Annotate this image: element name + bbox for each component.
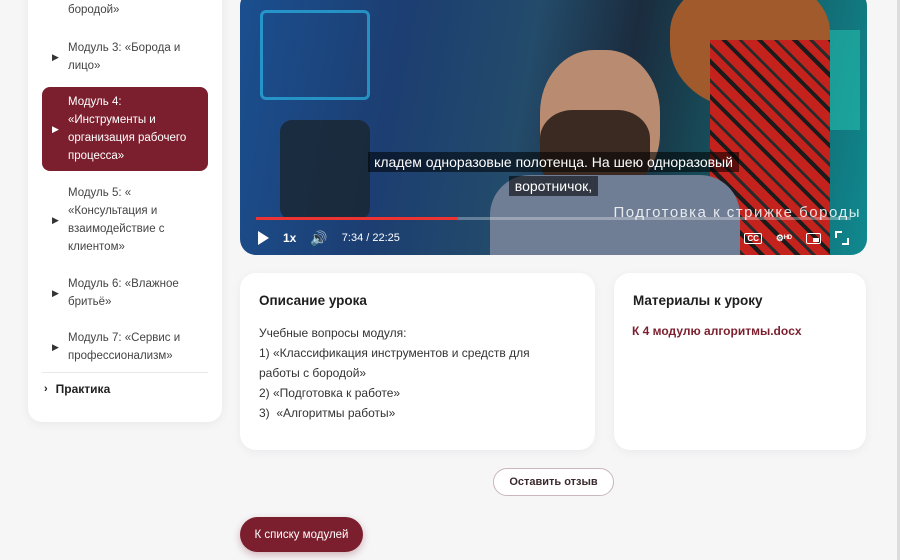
cc-icon[interactable]: CC xyxy=(744,232,762,244)
sidebar-item-module-7[interactable]: ▶ Модуль 7: «Сервис и профессионализм» xyxy=(42,328,208,366)
lesson-materials-card: Материалы к уроку К 4 модулю алгоритмы.d… xyxy=(614,273,866,450)
lesson-description-card: Описание урока Учебные вопросы модуля: 1… xyxy=(240,273,595,450)
subtitle-line-2: воротничок, xyxy=(240,176,867,196)
description-line: работы с бородой» xyxy=(259,366,367,380)
description-line: 3) «Алгоритмы работы» xyxy=(259,406,396,420)
miniplayer-icon[interactable] xyxy=(806,232,821,244)
triangle-right-icon: ▶ xyxy=(52,215,59,225)
play-icon xyxy=(258,231,269,245)
back-to-modules-button[interactable]: К списку модулей xyxy=(240,517,363,552)
triangle-right-icon: ▶ xyxy=(52,342,59,352)
playback-speed-button[interactable]: 1x xyxy=(283,231,296,245)
video-progress-fill xyxy=(256,217,459,220)
description-line: 2) «Подготовка к работе» xyxy=(259,386,401,400)
lesson-materials-title: Материалы к уроку xyxy=(633,293,763,308)
sidebar-item-label: Модуль 6: «Влажное бритьё» xyxy=(68,278,179,308)
triangle-right-icon: ▶ xyxy=(52,52,59,62)
settings-hd-icon[interactable]: ⚙ᴴᴰ xyxy=(776,233,792,244)
sidebar-item-module-6[interactable]: ▶ Модуль 6: «Влажное бритьё» xyxy=(42,274,208,312)
triangle-right-icon: ▶ xyxy=(52,124,59,134)
sidebar-item-label: бородой» xyxy=(68,4,120,16)
play-button[interactable] xyxy=(258,231,269,245)
lesson-description-text: Учебные вопросы модуля: 1) «Классификаци… xyxy=(259,323,579,423)
subtitle-line-1: кладем одноразовые полотенца. На шею одн… xyxy=(240,152,867,172)
video-player[interactable]: кладем одноразовые полотенца. На шею одн… xyxy=(240,0,867,255)
description-line: 1) «Классификация инструментов и средств… xyxy=(259,346,530,360)
chevron-right-icon: › xyxy=(44,383,48,395)
leave-feedback-button[interactable]: Оставить отзыв xyxy=(493,468,614,496)
video-controls: 1x 🔊 7:34 / 22:25 CC ⚙ᴴᴰ xyxy=(258,228,849,248)
volume-icon[interactable]: 🔊 xyxy=(310,230,327,247)
sidebar-item-label: Модуль 3: «Борода и лицо» xyxy=(68,42,181,72)
sidebar-divider xyxy=(42,372,208,373)
practice-label: Практика xyxy=(55,382,111,396)
sidebar-item-practice[interactable]: › Практика xyxy=(44,382,110,396)
sidebar-item-label: Модуль 5: « «Консультация и взаимодейств… xyxy=(68,187,165,253)
lesson-description-title: Описание урока xyxy=(259,293,367,308)
sidebar-item-module-3[interactable]: ▶ Модуль 3: «Борода и лицо» xyxy=(42,38,208,76)
video-time: 7:34 / 22:25 xyxy=(341,232,400,244)
description-line: Учебные вопросы модуля: xyxy=(259,326,407,340)
triangle-right-icon: ▶ xyxy=(52,288,59,298)
video-progress-bar[interactable] xyxy=(256,217,851,220)
sidebar-item-label: Модуль 7: «Сервис и профессионализм» xyxy=(68,332,181,362)
material-file-link[interactable]: К 4 модулю алгоритмы.docx xyxy=(632,324,802,338)
sidebar-item-module-5[interactable]: ▶ Модуль 5: « «Консультация и взаимодейс… xyxy=(42,183,208,257)
sidebar-item-module-4[interactable]: ▶ Модуль 4: «Инструменты и организация р… xyxy=(42,87,208,171)
sidebar-item-label: Модуль 4: «Инструменты и организация раб… xyxy=(68,96,187,162)
sidebar-item-module-2[interactable]: ▶ бородой» xyxy=(42,0,208,20)
fullscreen-icon[interactable] xyxy=(835,231,849,245)
